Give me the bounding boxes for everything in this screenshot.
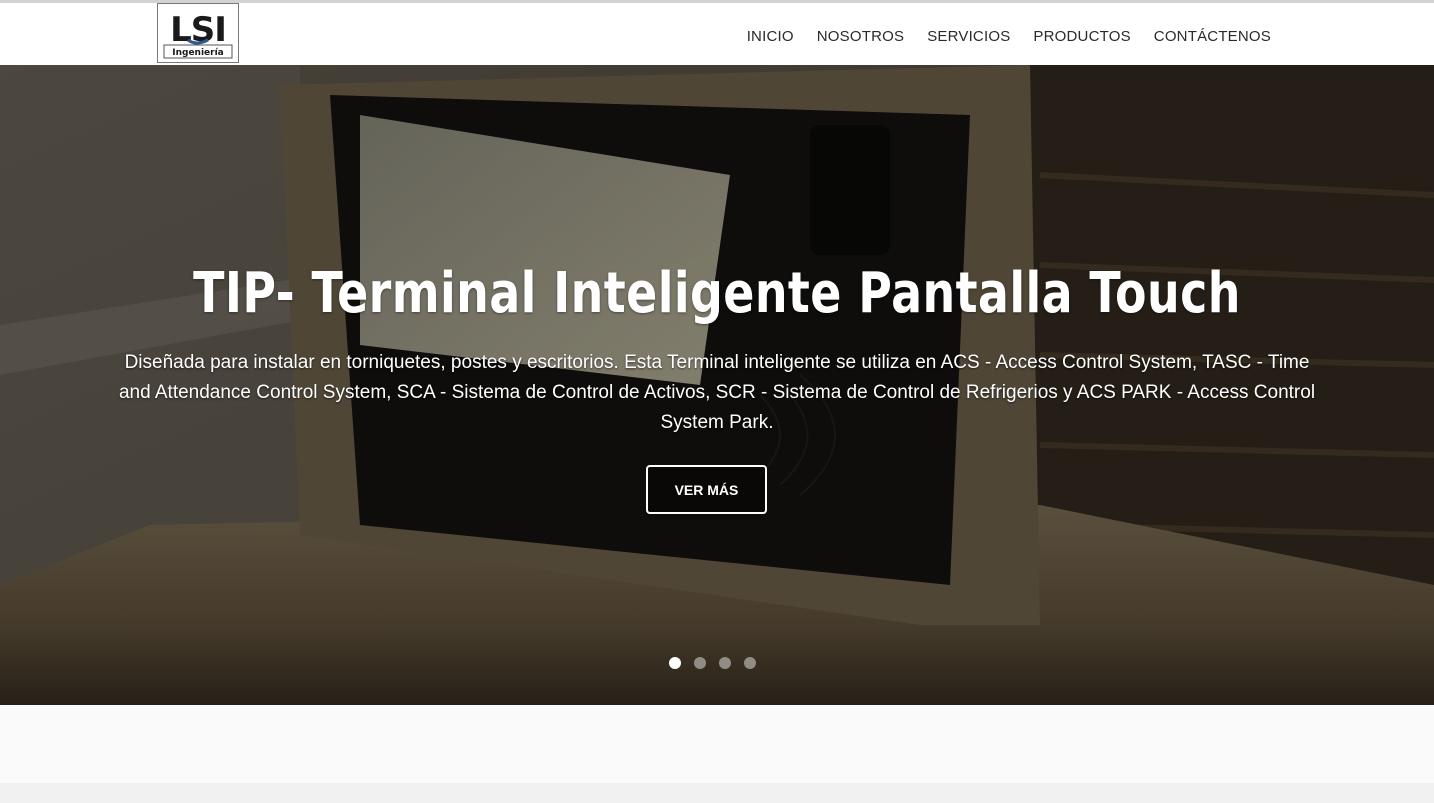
- ver-mas-button[interactable]: VER MÁS: [646, 465, 767, 514]
- slider-pagination: [669, 657, 756, 669]
- section-divider: [0, 783, 1434, 803]
- slide-dot-2[interactable]: [694, 657, 706, 669]
- nav-servicios[interactable]: SERVICIOS: [927, 28, 1010, 45]
- slide-dot-4[interactable]: [744, 657, 756, 669]
- slide-dot-1[interactable]: [669, 657, 681, 669]
- main-nav: INICIO NOSOTROS SERVICIOS PRODUCTOS CONT…: [747, 28, 1271, 45]
- hero-description: Diseñada para instalar en torniquetes, p…: [118, 352, 1316, 433]
- nav-inicio[interactable]: INICIO: [747, 28, 794, 45]
- nav-nosotros[interactable]: NOSOTROS: [817, 28, 904, 45]
- nav-productos[interactable]: PRODUCTOS: [1033, 28, 1130, 45]
- svg-text:Ingeniería: Ingeniería: [172, 48, 224, 58]
- site-header: LSI Ingeniería INICIO NOSOTROS SERVICIOS…: [0, 3, 1434, 65]
- logo-graphic: LSI Ingeniería: [159, 5, 237, 61]
- lsi-logo[interactable]: LSI Ingeniería: [157, 3, 239, 63]
- hero-title: TIP- Terminal Inteligente Pantalla Touch: [193, 261, 1241, 326]
- hero-slider: TIP- Terminal Inteligente Pantalla Touch…: [0, 65, 1434, 705]
- slide-dot-3[interactable]: [719, 657, 731, 669]
- nav-contactenos[interactable]: CONTÁCTENOS: [1154, 28, 1271, 45]
- content-section: [0, 705, 1434, 783]
